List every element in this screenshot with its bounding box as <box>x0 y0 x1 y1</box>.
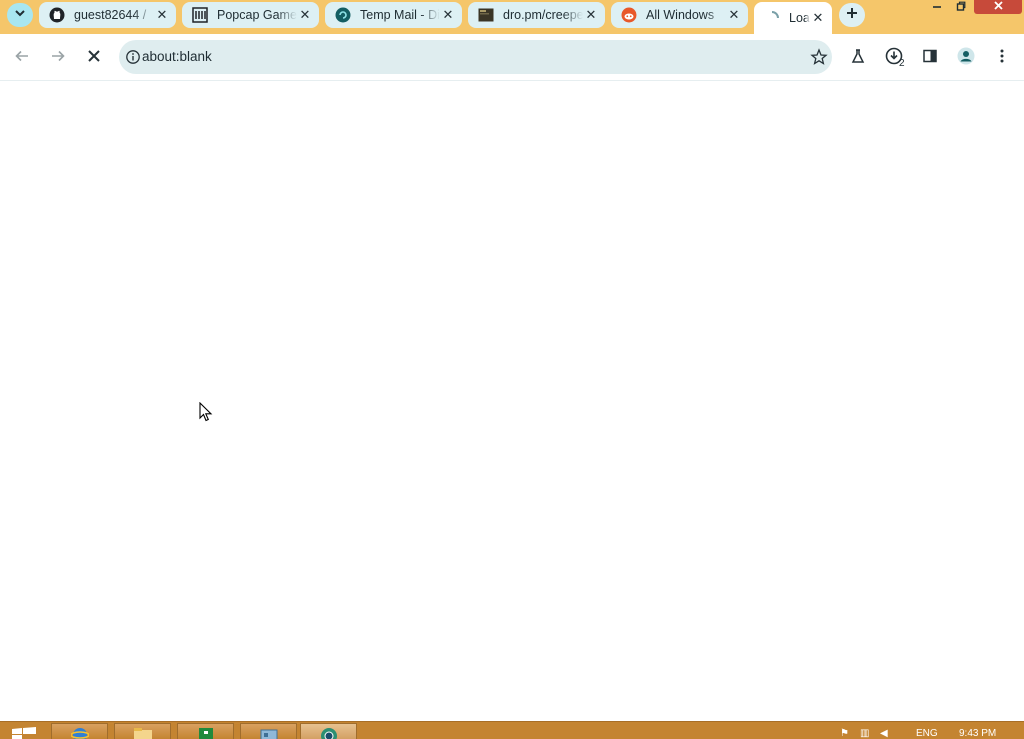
tab-dropm[interactable]: dro.pm/creeper ✕ <box>468 2 605 28</box>
browser-toolbar: about:blank <box>0 34 1024 81</box>
tab-tempmail[interactable]: Temp Mail - Disposable ✕ <box>325 2 462 28</box>
close-tab-icon[interactable]: ✕ <box>726 7 742 23</box>
clock-time[interactable]: 9:43 PM <box>959 728 996 739</box>
downloads-count-badge: 2 <box>899 58 905 69</box>
tempmail-icon <box>335 7 351 23</box>
chevron-down-icon <box>14 6 26 24</box>
taskbar-chrome[interactable] <box>300 723 357 739</box>
close-tab-icon[interactable]: ✕ <box>810 10 826 26</box>
minimize-button[interactable] <box>928 0 946 14</box>
info-icon[interactable] <box>125 49 141 65</box>
forward-button[interactable] <box>44 44 72 72</box>
reddit-icon <box>621 7 637 23</box>
tab-title: dro.pm/creeper <box>503 8 583 22</box>
close-tab-icon[interactable]: ✕ <box>583 7 599 23</box>
flask-icon <box>850 48 866 69</box>
archive-icon <box>192 7 208 23</box>
tab-github[interactable]: guest82644 / ✕ <box>39 2 176 28</box>
side-panel-button[interactable] <box>916 44 944 72</box>
tray-volume-icon[interactable]: ◀ <box>880 728 888 739</box>
store-icon <box>197 724 215 739</box>
side-panel-icon <box>922 48 938 69</box>
tab-reddit[interactable]: All Windows ✕ <box>611 2 748 28</box>
tab-title: guest82644 / <box>74 8 147 22</box>
taskbar-store[interactable] <box>177 723 234 739</box>
arrow-left-icon <box>14 48 30 69</box>
internet-explorer-icon <box>69 724 90 739</box>
url-text: about:blank <box>142 49 212 64</box>
close-tab-icon[interactable]: ✕ <box>154 7 170 23</box>
minimize-icon <box>932 0 942 16</box>
tab-search-button[interactable] <box>7 3 33 27</box>
tab-title: Popcap Games <box>217 8 297 22</box>
chrome-icon <box>319 724 339 739</box>
restore-button[interactable] <box>952 0 970 14</box>
close-icon <box>87 49 101 68</box>
new-tab-button[interactable] <box>839 3 865 27</box>
tab-title: All Windows <box>646 8 715 22</box>
window-close-button[interactable] <box>974 0 1022 14</box>
tab-loading-active[interactable]: Loading ✕ <box>754 2 832 34</box>
more-vertical-icon <box>994 48 1010 69</box>
taskbar-control-panel[interactable] <box>240 723 297 739</box>
close-tab-icon[interactable]: ✕ <box>440 7 456 23</box>
tab-title: Loading <box>789 11 810 25</box>
taskbar: ⚑ ▥ ◀ ENG 9:43 PM <box>0 721 1024 739</box>
taskbar-file-explorer[interactable] <box>114 723 171 739</box>
address-bar[interactable]: about:blank <box>119 40 832 74</box>
arrow-right-icon <box>50 48 66 69</box>
folder-icon <box>132 724 154 739</box>
avatar <box>957 47 975 70</box>
windows-start-icon[interactable] <box>10 727 38 739</box>
tab-strip: guest82644 / ✕ Popcap Games ✕ Temp Mail … <box>0 0 1024 34</box>
close-tab-icon[interactable]: ✕ <box>297 7 313 23</box>
stop-loading-button[interactable] <box>80 44 108 72</box>
back-button[interactable] <box>8 44 36 72</box>
profile-button[interactable] <box>952 44 980 72</box>
plus-icon <box>846 6 858 24</box>
terminal-icon <box>478 7 494 23</box>
taskbar-internet-explorer[interactable] <box>51 723 108 739</box>
restore-icon <box>956 0 966 16</box>
labs-button[interactable] <box>844 44 872 72</box>
tray-network-icon[interactable]: ▥ <box>860 728 869 739</box>
page-content[interactable] <box>0 81 1024 722</box>
mouse-cursor-icon <box>199 401 213 422</box>
star-icon[interactable] <box>810 48 828 66</box>
tray-flag-icon[interactable]: ⚑ <box>840 728 849 739</box>
loading-icon <box>764 10 780 26</box>
menu-button[interactable] <box>988 44 1016 72</box>
close-icon <box>993 0 1004 16</box>
tab-title: Temp Mail - Disposable <box>360 8 440 22</box>
tab-popcap[interactable]: Popcap Games ✕ <box>182 2 319 28</box>
control-panel-icon <box>258 724 280 739</box>
github-icon <box>49 7 65 23</box>
language-indicator[interactable]: ENG <box>916 728 938 739</box>
